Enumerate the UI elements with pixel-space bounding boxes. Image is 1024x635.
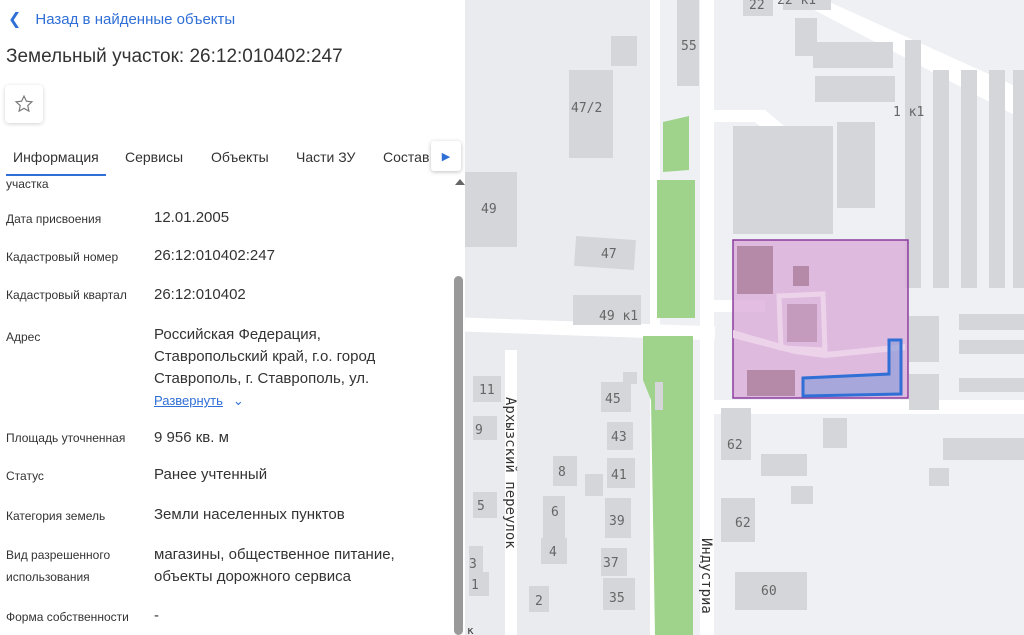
date-label: Дата присвоения xyxy=(6,212,102,226)
favorite-button[interactable] xyxy=(5,85,43,123)
status-label: Статус xyxy=(6,469,44,483)
street-industrial-label: Индустриа xyxy=(698,538,714,614)
expand-address-link[interactable]: Развернуть ⌄ xyxy=(154,393,244,409)
building-6-label: 6 xyxy=(551,505,559,520)
tab-composition[interactable]: Состав xyxy=(383,140,429,174)
building-37-label: 37 xyxy=(603,556,619,571)
map-edge-label: к xyxy=(467,624,474,635)
back-link-label: Назад в найденные объекты xyxy=(35,10,236,28)
building-43-label: 43 xyxy=(611,430,627,445)
permitted-use-value-2: объекты дорожного сервиса xyxy=(154,568,351,585)
tabs-scroll-right-button[interactable]: ▶ xyxy=(431,141,461,171)
tab-parcel-parts[interactable]: Части ЗУ xyxy=(296,140,355,174)
road-horizontal-2 xyxy=(714,400,1024,414)
page-title: Земельный участок: 26:12:010402:247 xyxy=(6,46,343,67)
map-canvas: 22 22 к1 55 47/2 1 к1 49 47 49 к1 11 45 … xyxy=(465,0,1024,635)
map-view[interactable]: 22 22 к1 55 47/2 1 к1 49 47 49 к1 11 45 … xyxy=(465,0,1024,635)
permitted-use-value-1: магазины, общественное питание, xyxy=(154,546,395,563)
building-55-label: 55 xyxy=(681,39,697,54)
building-39-label: 39 xyxy=(609,514,625,529)
ownership-label: Форма собственности xyxy=(6,610,129,624)
date-value: 12.01.2005 xyxy=(154,209,230,226)
building-2-label: 2 xyxy=(535,594,543,609)
building-45-label: 45 xyxy=(605,392,621,407)
info-panel: ❮ Назад в найденные объекты Земельный уч… xyxy=(0,0,465,635)
building-35-label: 35 xyxy=(609,591,625,606)
expand-label: Развернуть xyxy=(154,393,223,408)
building-1-label: 1 xyxy=(471,578,479,593)
tab-information[interactable]: Информация xyxy=(6,140,106,176)
permitted-use-label-1: Вид разрешенного xyxy=(6,548,111,562)
building-3-label: 3 xyxy=(469,557,477,572)
tab-services[interactable]: Сервисы xyxy=(125,140,183,174)
scroll-up-arrow-icon[interactable] xyxy=(455,179,465,185)
partial-field-label: участка xyxy=(6,177,49,191)
land-category-label: Категория земель xyxy=(6,509,106,523)
chevron-left-icon: ❮ xyxy=(8,11,22,28)
panel-scrollbar[interactable] xyxy=(453,176,465,635)
building-49k1-label: 49 к1 xyxy=(599,309,638,324)
building-8-label: 8 xyxy=(558,465,566,480)
info-content: участка Дата присвоения 12.01.2005 Кадас… xyxy=(0,176,455,635)
building-9-label: 9 xyxy=(475,423,483,438)
building-49-label: 49 xyxy=(481,202,497,217)
area-value: 9 956 кв. м xyxy=(154,429,229,446)
building-60-label: 60 xyxy=(761,584,777,599)
green-area-2 xyxy=(657,180,695,318)
building-47-label: 47 xyxy=(601,247,617,262)
status-value: Ранее учтенный xyxy=(154,466,268,483)
building-4-label: 4 xyxy=(549,545,557,560)
cadastral-quarter-label: Кадастровый квартал xyxy=(6,288,127,302)
building-62a-label: 62 xyxy=(727,438,743,453)
area-label: Площадь уточненная xyxy=(6,431,126,445)
chevron-right-icon: ▶ xyxy=(441,150,451,163)
cadastral-number-value: 26:12:010402:247 xyxy=(154,247,275,264)
address-line-1: Российская Федерация, xyxy=(154,326,321,343)
green-area-1 xyxy=(663,116,689,172)
scroll-thumb[interactable] xyxy=(454,276,463,635)
building-22k1-label: 22 к1 xyxy=(777,0,816,8)
address-label: Адрес xyxy=(6,330,41,344)
address-line-2: Ставропольский край, г.о. город xyxy=(154,348,376,365)
building-47-2-label: 47/2 xyxy=(571,101,602,116)
building-1k1-label: 1 к1 xyxy=(893,105,924,120)
building-62b-label: 62 xyxy=(735,516,751,531)
address-line-3: Ставрополь, г. Ставрополь, ул. xyxy=(154,370,370,387)
land-category-value: Земли населенных пунктов xyxy=(154,506,345,523)
building-22-label: 22 xyxy=(749,0,765,13)
star-icon xyxy=(14,94,34,113)
chevron-down-icon: ⌄ xyxy=(232,393,244,408)
back-to-results-link[interactable]: ❮ Назад в найденные объекты xyxy=(8,8,235,30)
cadastral-quarter-value: 26:12:010402 xyxy=(154,286,246,303)
tab-bar: Информация Сервисы Объекты Части ЗУ Сост… xyxy=(0,140,465,176)
building-11-label: 11 xyxy=(479,383,495,398)
building-41-label: 41 xyxy=(611,468,627,483)
street-arkhyz-label: Архызский переулок xyxy=(502,397,518,549)
tab-objects[interactable]: Объекты xyxy=(211,140,269,174)
ownership-value: - xyxy=(154,607,159,624)
cadastral-number-label: Кадастровый номер xyxy=(6,250,119,264)
building-5-label: 5 xyxy=(477,499,485,514)
permitted-use-label-2: использования xyxy=(6,570,90,584)
